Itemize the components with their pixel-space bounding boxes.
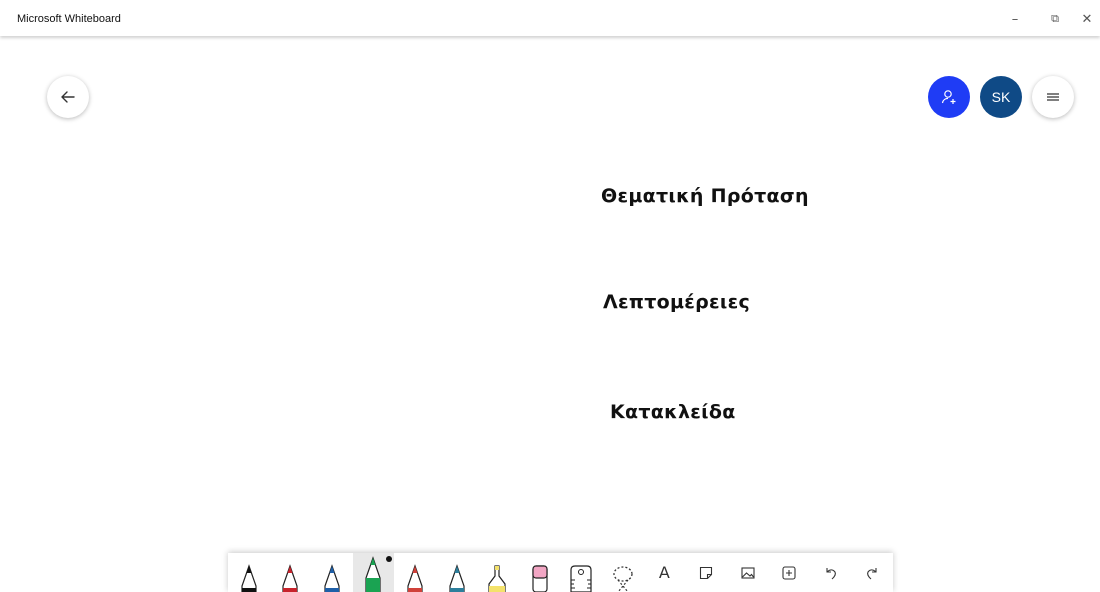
selected-indicator (386, 556, 393, 562)
restore-button[interactable]: ⧉ (1044, 8, 1066, 30)
ruler-icon (570, 565, 592, 592)
highlighter-icon (488, 565, 506, 592)
back-button[interactable] (47, 76, 89, 118)
lasso-tool[interactable] (602, 553, 644, 592)
invite-button[interactable] (928, 76, 970, 118)
pen-icon (448, 564, 465, 592)
redo-button[interactable] (851, 553, 893, 592)
text-icon: A (658, 563, 670, 582)
restore-icon: ⧉ (1051, 12, 1059, 25)
pen-blue-tool[interactable] (311, 553, 353, 592)
plus-box-icon (782, 565, 796, 580)
pen-teal-tool[interactable] (436, 553, 478, 592)
arrow-left-icon (61, 91, 75, 103)
insert-tool[interactable] (768, 553, 810, 592)
canvas-text-topic-sentence[interactable]: Θεματική Πρόταση (601, 185, 809, 207)
undo-icon (826, 567, 836, 579)
canvas-text-conclusion[interactable]: Κατακλείδα (610, 401, 736, 423)
lasso-icon (613, 566, 633, 592)
image-tool[interactable] (727, 553, 769, 592)
app-title: Microsoft Whiteboard (17, 13, 121, 25)
sticky-note-tool[interactable] (685, 553, 727, 592)
title-bar: Microsoft Whiteboard – ⧉ ✕ (0, 0, 1100, 36)
pen-black-tool[interactable] (228, 553, 270, 592)
pen-icon (282, 564, 298, 592)
avatar-initials: SK (991, 89, 1011, 105)
pen-green-tool[interactable] (352, 553, 395, 592)
minimize-icon: – (1011, 11, 1019, 27)
menu-button[interactable] (1032, 76, 1074, 118)
pen-icon (324, 564, 340, 592)
image-icon (740, 566, 755, 579)
text-tool[interactable]: A (644, 553, 686, 592)
minimize-button[interactable]: – (1004, 8, 1026, 30)
pen-icon (241, 564, 257, 592)
pen-red-tool[interactable] (270, 553, 312, 592)
eraser-tool[interactable] (519, 553, 561, 592)
ruler-tool[interactable] (561, 553, 603, 592)
sticky-note-icon (699, 566, 713, 579)
user-avatar[interactable]: SK (980, 76, 1022, 118)
highlighter-tool[interactable] (477, 553, 519, 592)
canvas-text-details[interactable]: Λεπτομέρειες (603, 291, 750, 313)
inking-toolbar: A (228, 553, 893, 592)
pen-icon (407, 564, 423, 592)
eraser-icon (532, 565, 548, 592)
pen-red-2-tool[interactable] (394, 553, 436, 592)
close-icon: ✕ (1081, 11, 1093, 27)
undo-button[interactable] (810, 553, 852, 592)
redo-icon (867, 567, 877, 579)
add-person-icon (941, 90, 956, 104)
hamburger-icon (1047, 93, 1059, 101)
pen-icon (365, 556, 382, 592)
close-button[interactable]: ✕ (1076, 8, 1098, 30)
